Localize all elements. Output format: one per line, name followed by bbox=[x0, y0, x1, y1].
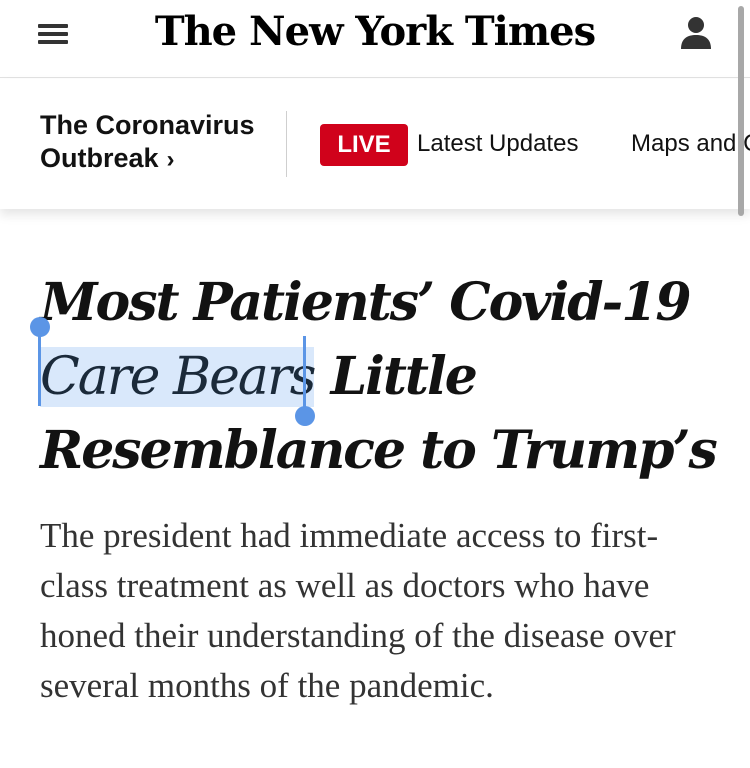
headline-line-3: Resemblance to Trump’s bbox=[40, 420, 718, 481]
headline-line-2-rest: Little bbox=[314, 346, 478, 407]
coronavirus-outbreak-link[interactable]: The Coronavirus Outbreak › bbox=[40, 109, 255, 176]
section-title-line2: Outbreak bbox=[40, 143, 159, 173]
maps-link[interactable]: Maps and C bbox=[631, 130, 750, 158]
user-account-icon[interactable] bbox=[680, 16, 712, 50]
coronavirus-subnav: The Coronavirus Outbreak › LIVE Latest Up… bbox=[0, 79, 750, 209]
subnav-divider bbox=[286, 111, 287, 177]
latest-updates-link[interactable]: Latest Updates bbox=[417, 130, 578, 158]
section-title-line1: The Coronavirus bbox=[40, 110, 255, 140]
scrollbar[interactable] bbox=[738, 0, 746, 768]
article-summary: The president had immediate access to fi… bbox=[40, 516, 676, 705]
scroll-thumb[interactable] bbox=[738, 6, 744, 216]
chevron-right-icon: › bbox=[166, 146, 175, 173]
live-badge[interactable]: LIVE bbox=[320, 124, 408, 166]
nyt-logo[interactable]: The New York Times bbox=[0, 8, 750, 55]
masthead: The New York Times bbox=[0, 0, 750, 78]
selection-start-bar bbox=[38, 330, 41, 406]
selected-text[interactable]: Care Bears bbox=[40, 347, 316, 407]
selection-end-bar bbox=[303, 336, 306, 412]
article-headline: Most Patients’ Covid-19 Care Bears Littl… bbox=[40, 266, 720, 488]
selection-end-handle[interactable] bbox=[295, 406, 315, 426]
headline-line-1: Most Patients’ Covid-19 bbox=[40, 272, 692, 333]
